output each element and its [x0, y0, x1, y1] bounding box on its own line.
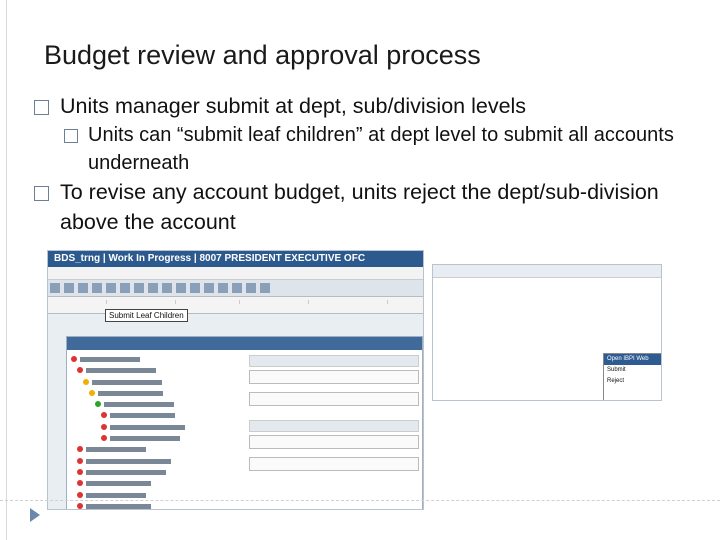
- screenshot-window-title: BDS_trng | Work In Progress | 8007 PRESI…: [48, 251, 423, 267]
- bullet-item: Units manager submit at dept, sub/divisi…: [34, 91, 714, 121]
- slide-title: Budget review and approval process: [44, 40, 481, 70]
- screenshot-toolbar: [48, 280, 423, 297]
- triangle-marker-icon: [30, 508, 40, 522]
- screenshot-tree: [71, 355, 241, 509]
- bullet-item: To revise any account budget, units reje…: [34, 177, 714, 237]
- screenshot-detail-panel: [249, 355, 419, 479]
- submit-leaf-children-tooltip: Submit Leaf Children: [105, 309, 188, 322]
- menu-item-open-web-client: Open IBPI Web Client: [604, 354, 661, 373]
- checkbox-bullet-icon: [34, 186, 49, 201]
- sub-bullet-item: Units can “submit leaf children” at dept…: [64, 121, 714, 177]
- context-menu: Open IBPI Web Client Submit Reject: [603, 353, 661, 400]
- bullet-text: Units can “submit leaf children” at dept…: [88, 124, 674, 174]
- screenshot-inner-window: [66, 336, 423, 509]
- checkbox-bullet-icon: [64, 129, 78, 143]
- menu-item-submit: Submit: [607, 367, 626, 373]
- inner-window-titlebar: [67, 337, 422, 350]
- embedded-screenshot-context-menu: Open IBPI Web Client Submit Reject: [432, 264, 662, 401]
- checkbox-bullet-icon: [34, 100, 49, 115]
- screenshot-address-bar: [48, 267, 423, 280]
- menu-item-reject: Reject: [607, 378, 625, 384]
- bullet-list: Units manager submit at dept, sub/divisi…: [34, 91, 714, 237]
- left-border-line: [6, 0, 7, 540]
- bullet-text: To revise any account budget, units reje…: [60, 180, 659, 234]
- embedded-screenshot: BDS_trng | Work In Progress | 8007 PRESI…: [47, 250, 424, 510]
- footer-divider: [0, 500, 720, 502]
- bullet-text: Units manager submit at dept, sub/divisi…: [60, 94, 527, 118]
- screenshot2-titlebar: [433, 265, 661, 278]
